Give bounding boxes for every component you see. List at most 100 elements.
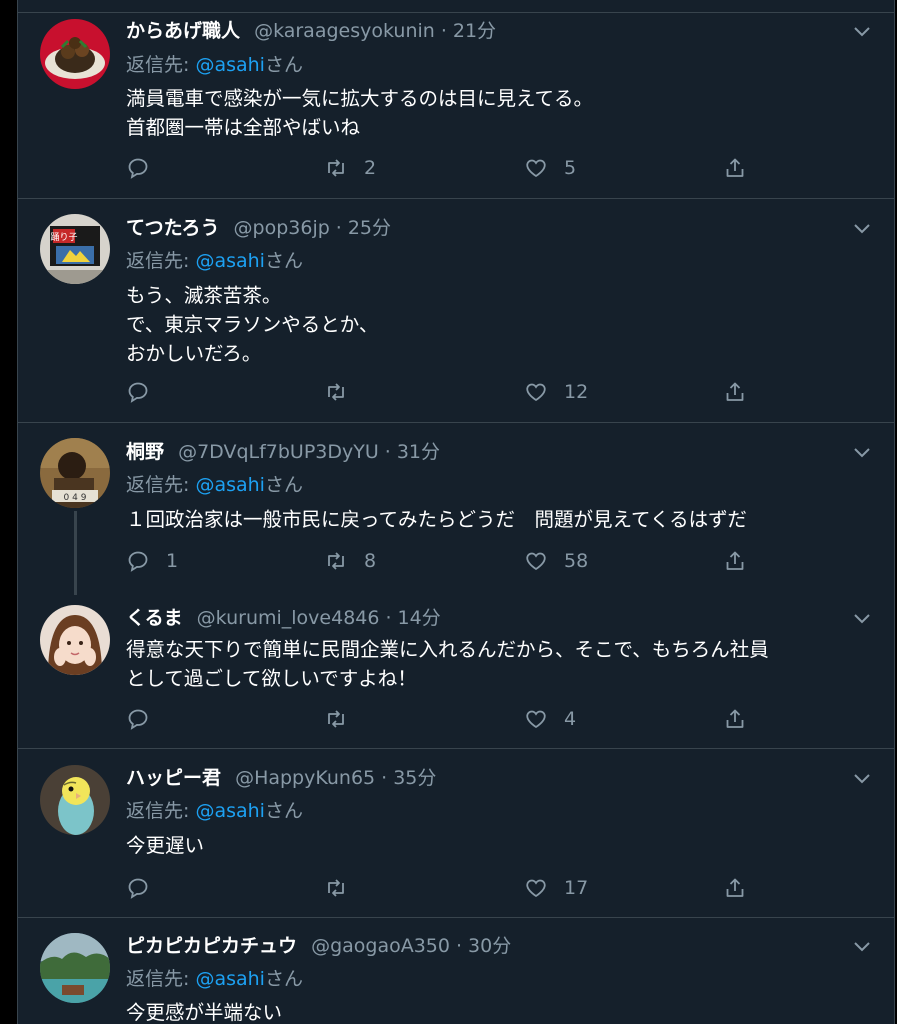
tweet-text: もう、滅茶苦茶。 で、東京マラソンやるとか、 おかしいだろ。 — [126, 284, 379, 365]
user-handle[interactable]: @karaagesyokunin — [254, 20, 435, 42]
reply-icon — [128, 878, 148, 899]
timeline-feed: からあげ職人 @karaagesyokunin · 21分 返信先: @asahiさ… — [17, 0, 895, 1024]
user-handle[interactable]: @7DVqLf7bUP3DyYU — [178, 441, 379, 463]
timestamp[interactable]: 35分 — [393, 767, 436, 789]
reply-context: 返信先: @asahiさん — [126, 470, 303, 500]
reply-button[interactable] — [126, 873, 166, 903]
tweet-header: からあげ職人 @karaagesyokunin · 21分 — [126, 16, 496, 46]
user-handle[interactable]: @kurumi_love4846 — [197, 607, 380, 629]
display-name[interactable]: ハッピー君 — [126, 767, 221, 789]
separator-dot: · — [335, 217, 342, 239]
separator-dot: · — [455, 935, 463, 957]
reply-suffix: さん — [264, 968, 303, 990]
reply-prefix: 返信先: — [126, 250, 196, 272]
like-button[interactable]: 58 — [524, 546, 588, 576]
mention-link[interactable]: @asahi — [195, 54, 265, 76]
like-count: 12 — [564, 381, 589, 403]
share-icon — [726, 878, 744, 897]
tweet-header: 桐野 @7DVqLf7bUP3DyYU · 31分 — [126, 437, 440, 467]
timestamp[interactable]: 21分 — [453, 20, 496, 42]
reply-suffix: さん — [264, 800, 303, 822]
reply-context: 返信先: @asahiさん — [126, 964, 303, 994]
tweet[interactable]: ハッピー君 @HappyKun65 · 35分 返信先: @asahiさん 今更遅い… — [18, 749, 894, 918]
user-handle[interactable]: @gaogaoA350 — [311, 935, 450, 957]
share-button[interactable] — [723, 704, 747, 734]
reply-button[interactable] — [126, 704, 166, 734]
reply-icon — [128, 551, 148, 572]
tweet-header: ピカピカピカチュウ @gaogaoA350 · 30分 — [126, 931, 511, 961]
display-name[interactable]: てつたろう — [126, 217, 219, 239]
share-button[interactable] — [723, 873, 747, 903]
mention-link[interactable]: @asahi — [195, 800, 265, 822]
reply-button[interactable]: 1 — [126, 546, 178, 576]
separator-dot: · — [385, 607, 392, 629]
like-count: 58 — [564, 550, 589, 572]
reply-icon — [128, 158, 148, 179]
reply-button[interactable] — [126, 377, 166, 407]
chevron-down-icon[interactable] — [852, 936, 872, 956]
retweet-count: 8 — [364, 550, 377, 572]
display-name[interactable]: くるま — [126, 607, 183, 629]
tv-screen-avatar[interactable]: 踊り子 — [40, 214, 110, 284]
display-name[interactable]: ピカピカピカチュウ — [126, 935, 297, 957]
like-icon — [526, 710, 546, 729]
retweet-button[interactable]: 2 — [324, 153, 376, 183]
retweet-button[interactable] — [324, 704, 364, 734]
tweet-text: 今更遅い — [126, 834, 205, 857]
parakeet-avatar[interactable] — [40, 765, 110, 835]
share-button[interactable] — [723, 153, 747, 183]
svg-text:0 4 9: 0 4 9 — [64, 493, 87, 503]
reply-prefix: 返信先: — [126, 54, 196, 76]
chevron-down-icon[interactable] — [852, 442, 872, 462]
chevron-down-icon[interactable] — [852, 768, 872, 788]
retweet-icon — [328, 552, 344, 570]
chevron-down-icon[interactable] — [852, 21, 872, 41]
user-handle[interactable]: @HappyKun65 — [235, 767, 375, 789]
timestamp[interactable]: 14分 — [398, 607, 441, 629]
share-button[interactable] — [723, 546, 747, 576]
mention-link[interactable]: @asahi — [195, 474, 265, 496]
like-count: 4 — [564, 708, 577, 730]
feed-top-divider — [18, 0, 894, 13]
share-icon — [726, 382, 744, 401]
retweet-button[interactable] — [324, 873, 364, 903]
like-icon — [526, 879, 546, 898]
avatar-label: 踊り子 — [50, 232, 77, 243]
like-button[interactable]: 12 — [524, 377, 588, 407]
person-avatar[interactable]: 0 4 9 — [40, 438, 110, 508]
retweet-icon — [328, 159, 344, 177]
display-name[interactable]: 桐野 — [126, 441, 164, 463]
reply-suffix: さん — [264, 250, 303, 272]
retweet-button[interactable]: 8 — [324, 546, 376, 576]
tweet-actions: 4 — [126, 704, 766, 734]
tweet-header: くるま @kurumi_love4846 · 14分 — [126, 603, 441, 633]
tweet[interactable]: 踊り子 てつたろう @pop36jp · 25分 返信先: @asahiさん もう、… — [18, 199, 894, 423]
chevron-down-icon[interactable] — [852, 218, 872, 238]
retweet-button[interactable] — [324, 377, 364, 407]
food-avatar[interactable] — [40, 19, 110, 89]
share-icon — [726, 158, 744, 177]
timestamp[interactable]: 30分 — [468, 935, 511, 957]
tweet[interactable]: からあげ職人 @karaagesyokunin · 21分 返信先: @asahiさ… — [18, 13, 894, 199]
timestamp[interactable]: 31分 — [397, 441, 440, 463]
share-button[interactable] — [723, 377, 747, 407]
girl-avatar[interactable] — [40, 605, 110, 675]
tweet-actions: 1 8 58 — [126, 546, 766, 576]
timestamp[interactable]: 25分 — [348, 217, 391, 239]
reply-suffix: さん — [264, 54, 303, 76]
chevron-down-icon[interactable] — [852, 608, 872, 628]
mention-link[interactable]: @asahi — [195, 968, 265, 990]
retweet-count: 2 — [364, 157, 377, 179]
reply-button[interactable] — [126, 153, 166, 183]
tweet-actions: 17 — [126, 873, 766, 903]
landscape-avatar[interactable] — [40, 933, 110, 1003]
tweet[interactable]: ピカピカピカチュウ @gaogaoA350 · 30分 返信先: @asahiさん … — [18, 918, 894, 1024]
like-button[interactable]: 17 — [524, 873, 588, 903]
mention-link[interactable]: @asahi — [195, 250, 265, 272]
display-name[interactable]: からあげ職人 — [126, 20, 240, 42]
tweet-header: ハッピー君 @HappyKun65 · 35分 — [126, 763, 436, 793]
like-button[interactable]: 5 — [524, 153, 576, 183]
separator-dot: · — [381, 767, 388, 789]
user-handle[interactable]: @pop36jp — [234, 217, 330, 239]
like-button[interactable]: 4 — [524, 704, 576, 734]
